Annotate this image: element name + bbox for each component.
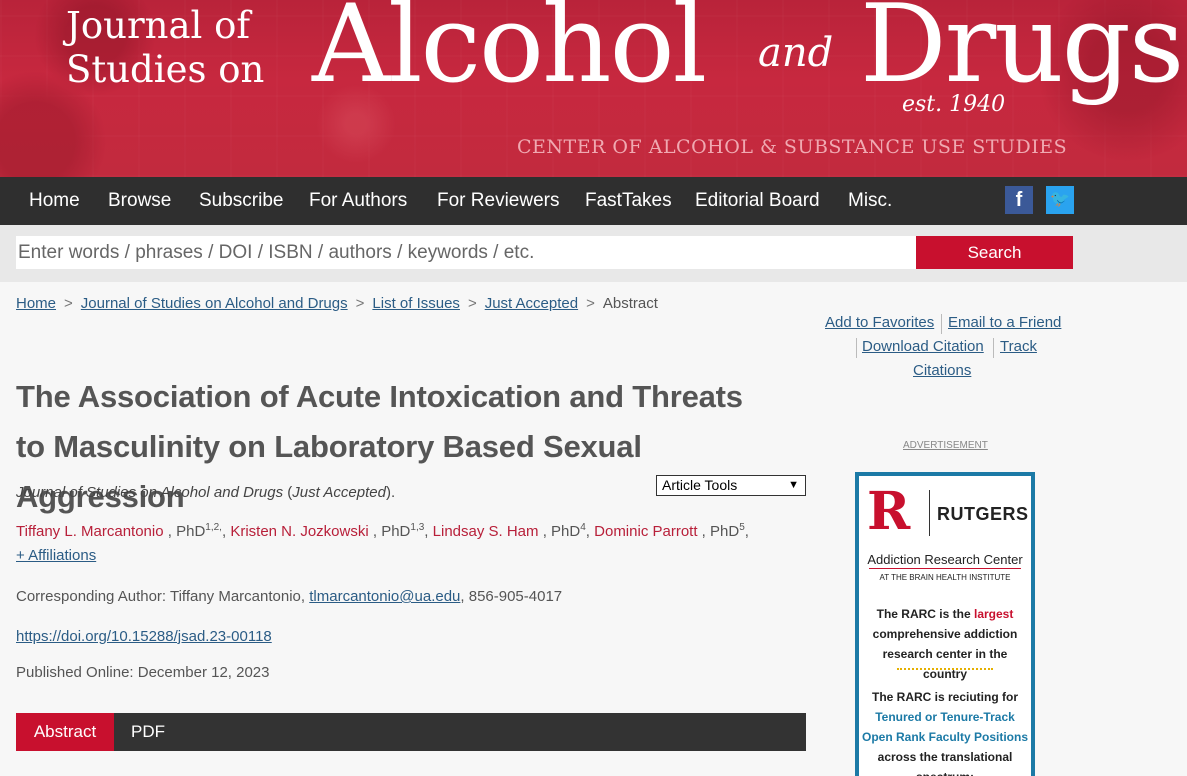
tab-pdf[interactable]: PDF — [131, 713, 165, 751]
author-link[interactable]: Kristen N. Jozkowski — [230, 523, 368, 540]
corresponding-author: Corresponding Author: Tiffany Marcantoni… — [16, 588, 562, 605]
ad-p1-text-cont: comprehensive addiction research center … — [872, 627, 1018, 681]
banner-studies-on: Studies on — [66, 48, 265, 91]
corresponding-email-link[interactable]: tlmarcantonio@ua.edu — [309, 588, 460, 605]
ad-institute: AT THE BRAIN HEALTH INSTITUTE — [879, 573, 1011, 582]
article-tools-select[interactable]: Article Tools ▼ — [656, 475, 806, 496]
nav-browse[interactable]: Browse — [108, 177, 171, 225]
rutgers-advertisement[interactable]: R RUTGERS Addiction Research Center AT T… — [855, 472, 1035, 776]
breadcrumb: Home > Journal of Studies on Alcohol and D… — [16, 295, 658, 312]
corresponding-label: Corresponding Author: Tiffany Marcantoni… — [16, 588, 306, 605]
banner-journal-of: Journal of — [66, 4, 251, 47]
author-link[interactable]: Dominic Parrott — [594, 523, 697, 540]
advertisement-label: ADVERTISEMENT — [903, 440, 988, 451]
nav-for-reviewers[interactable]: For Reviewers — [437, 177, 559, 225]
rutgers-r-logo: R — [867, 481, 911, 542]
journal-name: Journal of Studies on Alcohol and Drugs — [16, 484, 284, 501]
banner-journal-of-studies-on: Journal of Studies on — [66, 4, 264, 92]
breadcrumb-separator: > — [467, 295, 477, 312]
ad-paragraph-1: The RARC is the largest comprehensive ad… — [859, 604, 1031, 684]
breadcrumb-just-accepted[interactable]: Just Accepted — [485, 295, 578, 312]
banner-drugs: Drugs — [860, 0, 1184, 107]
link-divider — [993, 338, 994, 358]
ad-p1-text: The RARC is the — [876, 607, 971, 621]
facebook-icon[interactable]: f — [1005, 186, 1033, 214]
breadcrumb-current: Abstract — [602, 295, 658, 312]
author-degree: PhD — [176, 523, 206, 540]
banner-center-name: CENTER OF ALCOHOL & SUBSTANCE USE STUDIE… — [517, 136, 1068, 158]
ad-center-name: Addiction Research Center — [867, 552, 1023, 567]
breadcrumb-separator: > — [64, 295, 73, 312]
author-affiliation-sup: 1,3 — [410, 522, 425, 533]
nav-fasttakes[interactable]: FastTakes — [585, 177, 672, 225]
article-status: Just Accepted — [292, 484, 386, 501]
ad-p1-highlight: largest — [974, 607, 1014, 621]
nav-home[interactable]: Home — [29, 177, 80, 225]
breadcrumb-separator: > — [586, 295, 595, 312]
tab-abstract[interactable]: Abstract — [16, 713, 114, 751]
breadcrumb-list-of-issues[interactable]: List of Issues — [372, 295, 460, 312]
nav-for-authors[interactable]: For Authors — [309, 177, 407, 225]
affiliations-toggle[interactable]: + Affiliations — [16, 547, 96, 564]
ad-paragraph-2: The RARC is reciuting for Tenured or Ten… — [859, 687, 1031, 776]
ad-dotted-divider — [897, 668, 993, 670]
banner-alcohol: Alcohol — [312, 0, 707, 107]
email-to-friend-link[interactable]: Email to a Friend — [948, 314, 1061, 331]
nav-subscribe[interactable]: Subscribe — [199, 177, 284, 225]
breadcrumb-home[interactable]: Home — [16, 295, 56, 312]
nav-editorial-board[interactable]: Editorial Board — [695, 177, 820, 225]
add-to-favorites-link[interactable]: Add to Favorites — [825, 314, 934, 331]
author-affiliation-sup: 5 — [739, 522, 745, 533]
ad-p2-text-cont: across the translational spectrum: — [877, 750, 1013, 776]
twitter-icon[interactable]: 🐦 — [1046, 186, 1074, 214]
ad-divider — [869, 568, 1021, 569]
breadcrumb-separator: > — [355, 295, 365, 312]
download-citation-link[interactable]: Download Citation — [862, 338, 984, 355]
breadcrumb-journal[interactable]: Journal of Studies on Alcohol and Drugs — [81, 295, 348, 312]
ad-p2-text: The RARC is reciuting for — [871, 690, 1018, 704]
link-divider — [856, 338, 857, 358]
chevron-down-icon: ▼ — [788, 479, 799, 491]
published-date: Published Online: December 12, 2023 — [16, 664, 270, 681]
search-input[interactable] — [16, 236, 916, 269]
author-affiliation-sup: 4 — [580, 522, 586, 533]
author-degree: PhD — [381, 523, 411, 540]
nav-misc[interactable]: Misc. — [848, 177, 892, 225]
author-list: Tiffany L. Marcantonio , PhD1,2,, Kriste… — [16, 522, 749, 540]
journal-banner[interactable]: Journal of Studies on Alcohol and Drugs … — [0, 0, 1187, 177]
corresponding-phone: , 856-905-4017 — [460, 588, 563, 605]
track-citations-link-cont[interactable]: Citations — [913, 362, 971, 379]
author-degree: PhD — [551, 523, 581, 540]
link-divider — [941, 314, 942, 334]
author-link[interactable]: Tiffany L. Marcantonio — [16, 523, 164, 540]
article-tools-label: Article Tools — [662, 477, 738, 493]
search-button[interactable]: Search — [916, 236, 1073, 269]
banner-and: and — [758, 30, 834, 76]
author-degree: PhD — [710, 523, 740, 540]
banner-established: est. 1940 — [902, 92, 1006, 117]
doi-link[interactable]: https://doi.org/10.15288/jsad.23-00118 — [16, 628, 272, 645]
author-affiliation-sup: 1,2, — [205, 522, 222, 533]
rutgers-wordmark: RUTGERS — [937, 504, 1029, 524]
logo-divider — [929, 490, 930, 536]
track-citations-link[interactable]: Track — [1000, 338, 1037, 355]
journal-citation: Journal of Studies on Alcohol and Drugs … — [16, 484, 396, 501]
author-link[interactable]: Lindsay S. Ham — [433, 523, 539, 540]
ad-p2-highlight: Tenured or Tenure-Track Open Rank Facult… — [861, 710, 1029, 744]
